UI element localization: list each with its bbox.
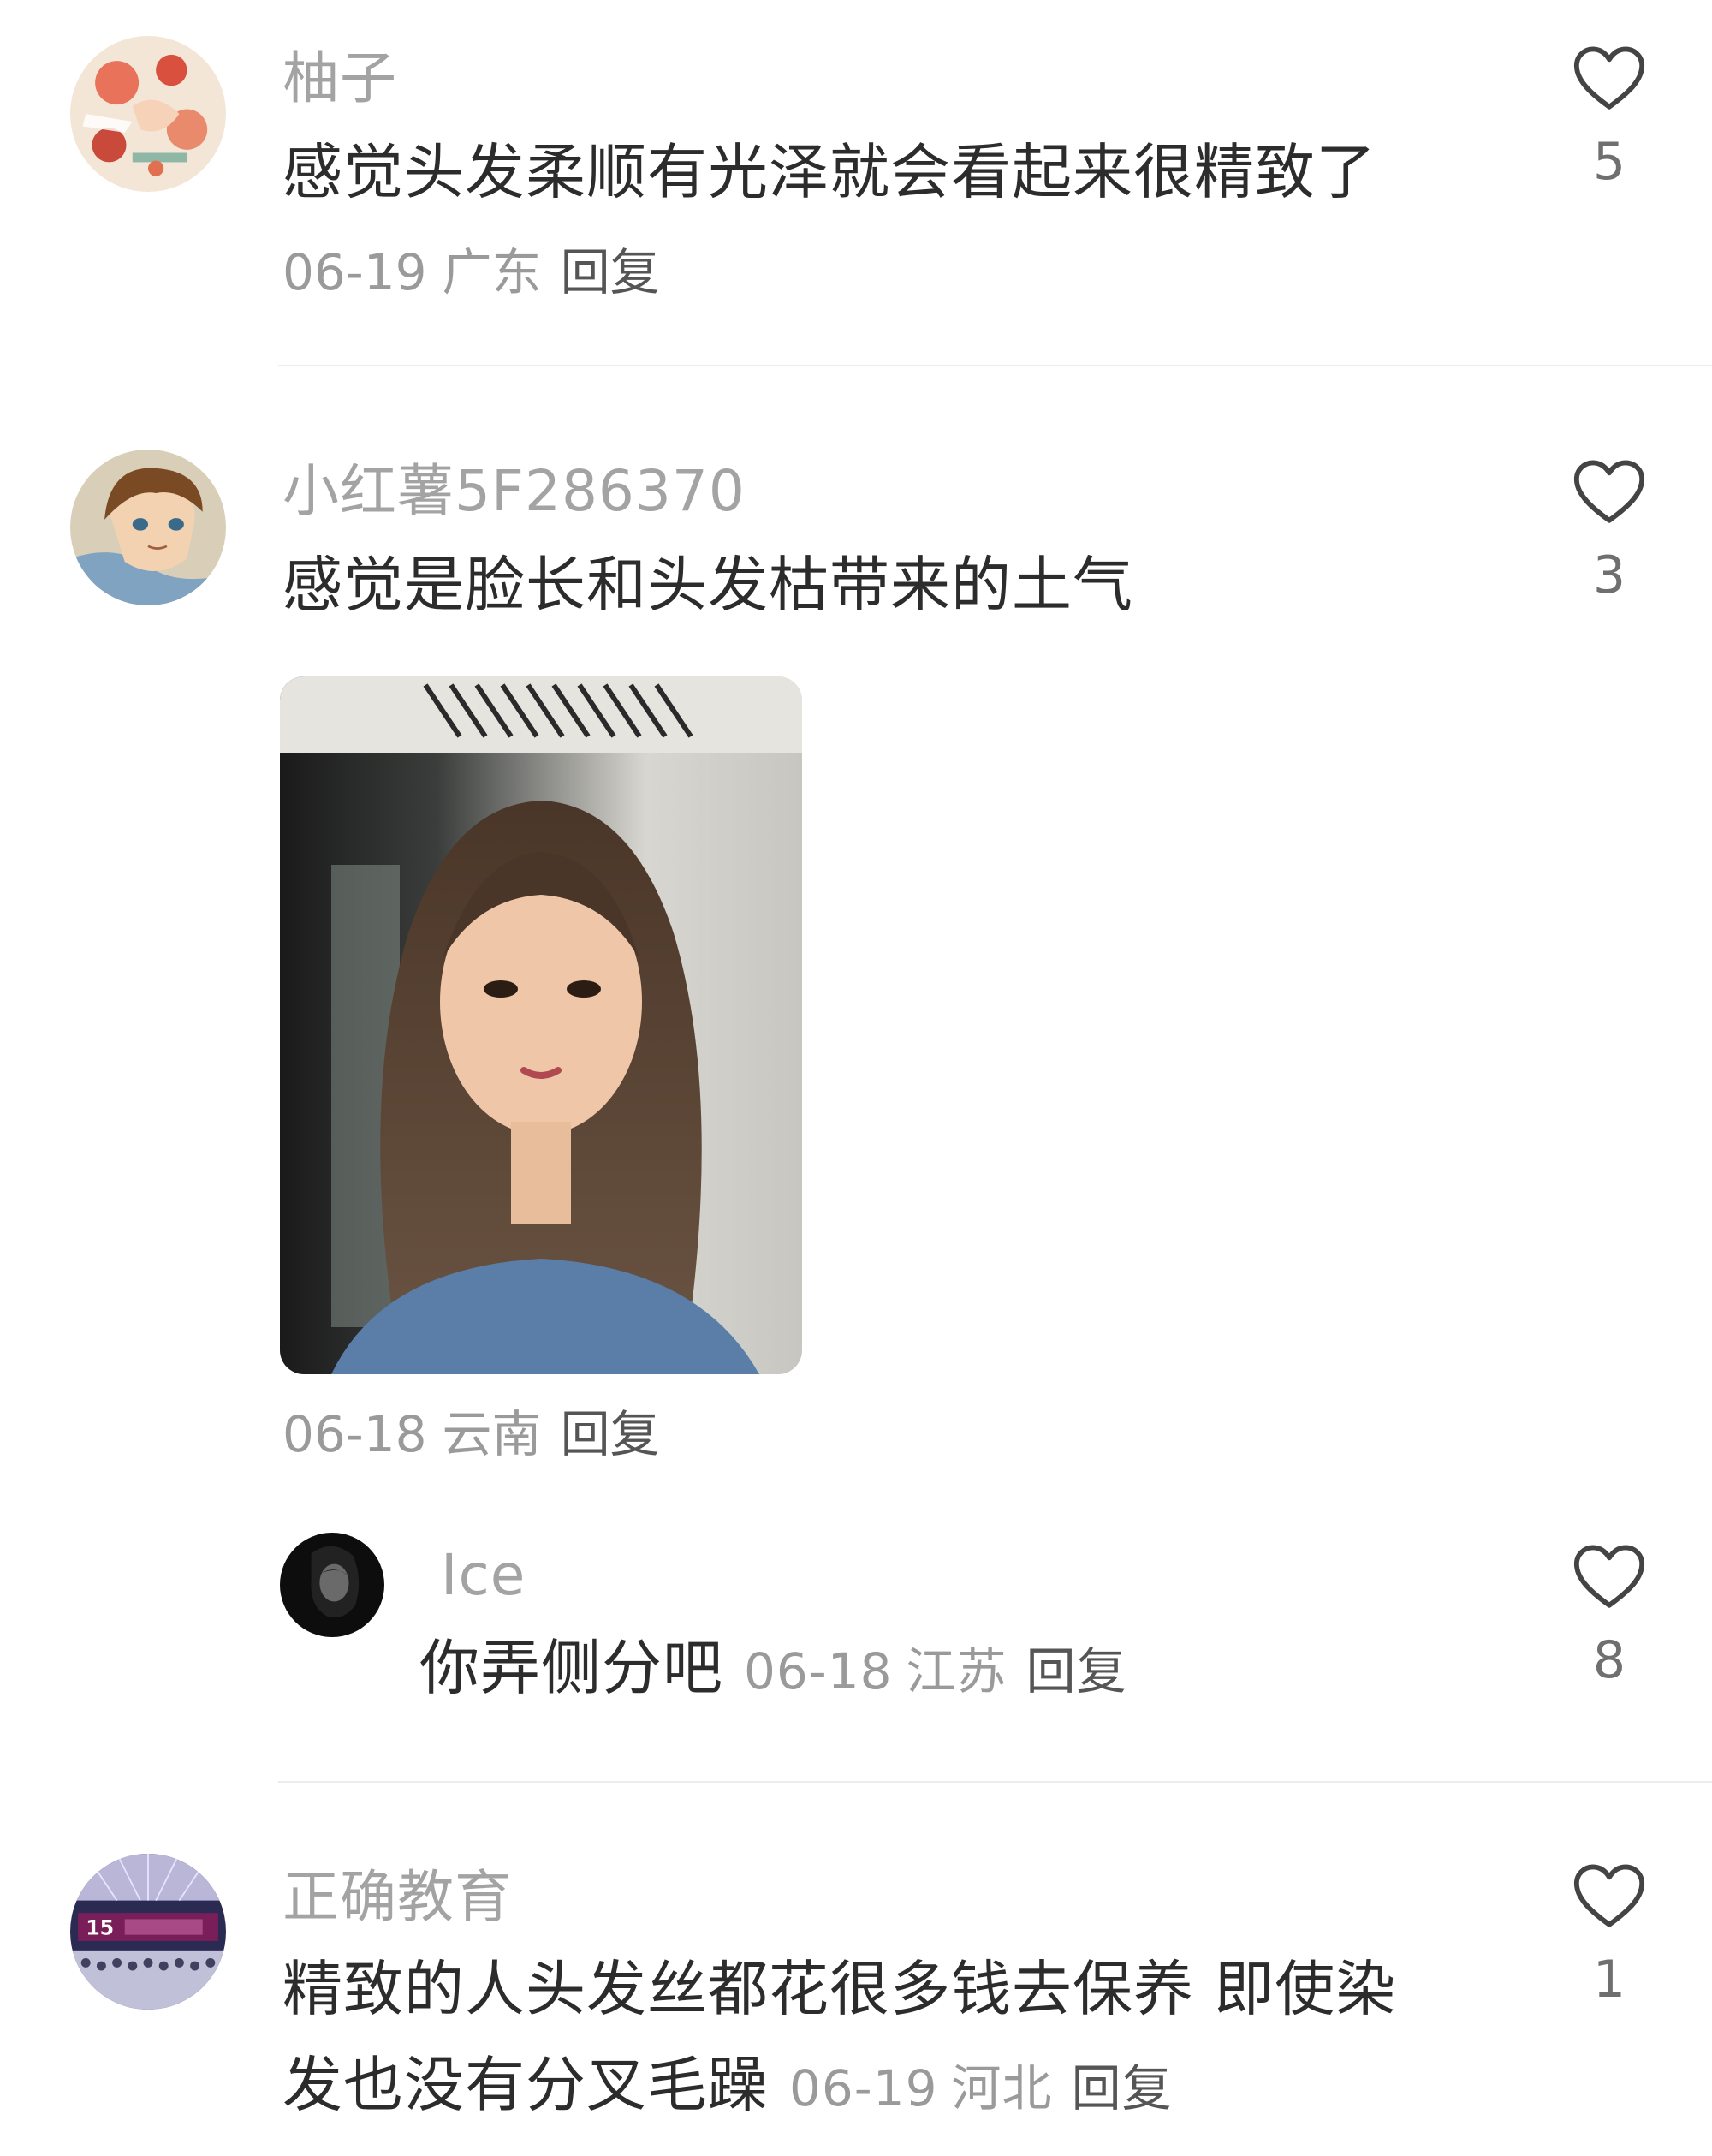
- comment-date: 06-19: [282, 243, 427, 301]
- reply-username[interactable]: Ice: [441, 1541, 526, 1610]
- like-count: 3: [1592, 545, 1626, 605]
- svg-text:15: 15: [86, 1916, 114, 1940]
- heart-icon: [1573, 1864, 1645, 1927]
- comment-username[interactable]: 小红薯5F286370: [282, 457, 746, 526]
- comment-text[interactable]: 感觉是脸长和头发枯带来的土气: [282, 538, 1133, 632]
- comment-location: 云南: [442, 1405, 542, 1463]
- divider: [278, 1781, 1712, 1783]
- reply-button[interactable]: 回复: [1072, 2059, 1173, 2117]
- comment-text-line-2: 发也没有分叉毛躁 06-19 河北 回复: [282, 2038, 1173, 2135]
- comment-date: 06-18: [282, 1405, 427, 1463]
- comment-username[interactable]: 柚子: [282, 45, 397, 113]
- like-count: 8: [1592, 1630, 1626, 1690]
- like-button[interactable]: 5: [1562, 45, 1656, 192]
- event-stage-icon: 15: [70, 1854, 226, 2010]
- comment-text[interactable]: 感觉头发柔顺有光泽就会看起来很精致了: [282, 125, 1376, 219]
- reply-button[interactable]: 回复: [561, 243, 660, 301]
- like-button[interactable]: 8: [1562, 1543, 1656, 1690]
- comment-photo[interactable]: [280, 676, 802, 1374]
- reply-date: 06-18: [744, 1642, 893, 1700]
- avatar[interactable]: [280, 1533, 384, 1637]
- comment-meta: 06-19 河北 回复: [789, 2059, 1173, 2117]
- divider: [278, 365, 1712, 366]
- reply-location: 江苏: [906, 1642, 1008, 1700]
- reply-meta: 06-18 江苏 回复: [744, 1642, 1127, 1700]
- reply-button[interactable]: 回复: [561, 1405, 660, 1463]
- reply-button[interactable]: 回复: [1026, 1642, 1127, 1700]
- floral-illustration-icon: [70, 36, 226, 192]
- comment-meta: 06-18 云南 回复: [282, 1404, 660, 1464]
- dark-portrait-icon: [280, 1533, 384, 1637]
- heart-icon: [1573, 46, 1645, 110]
- comment-location: 广东: [442, 243, 542, 301]
- like-button[interactable]: 1: [1562, 1862, 1656, 2010]
- anime-boy-icon: [70, 450, 226, 605]
- comment-meta: 06-19 广东 回复: [282, 242, 660, 302]
- like-count: 1: [1592, 1950, 1626, 2010]
- like-count: 5: [1592, 132, 1626, 192]
- avatar[interactable]: 15: [70, 1854, 226, 2010]
- comment-text-continued[interactable]: 发也没有分叉毛躁: [282, 2050, 769, 2120]
- avatar[interactable]: [70, 36, 226, 192]
- heart-icon: [1573, 1545, 1645, 1608]
- like-button[interactable]: 3: [1562, 458, 1656, 605]
- avatar[interactable]: [70, 450, 226, 605]
- comment-date: 06-19: [789, 2059, 938, 2117]
- comment-text-line-1[interactable]: 精致的人头发丝都花很多钱去保养 即使染: [282, 1942, 1396, 2036]
- comment-username[interactable]: 正确教育: [282, 1863, 512, 1932]
- comment-location: 河北: [951, 2059, 1053, 2117]
- reply-text-line: 你弄侧分吧 06-18 江苏 回复: [419, 1621, 1127, 1718]
- selfie-photo-image: [280, 676, 802, 1374]
- heart-icon: [1573, 460, 1645, 523]
- reply-text[interactable]: 你弄侧分吧: [419, 1633, 723, 1703]
